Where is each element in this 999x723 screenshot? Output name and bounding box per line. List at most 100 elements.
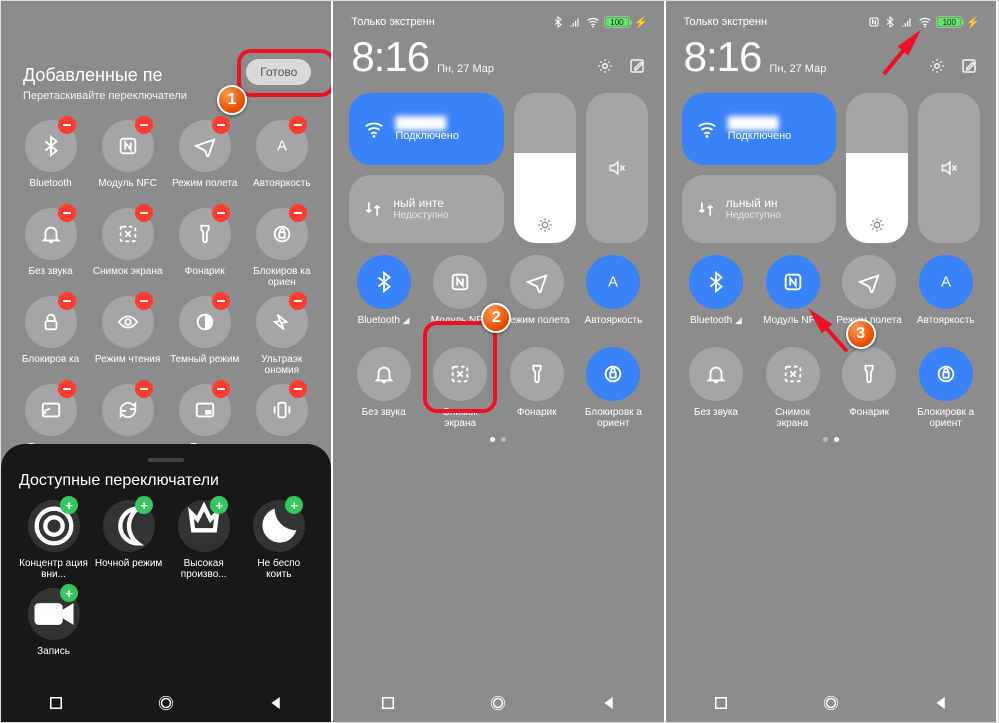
android-navbar bbox=[333, 694, 663, 712]
toggle-bell[interactable]: Без звука bbox=[349, 347, 418, 429]
toggle-label: Снимок экрана bbox=[92, 266, 163, 288]
wifi-card[interactable]: ██████ Подключено bbox=[682, 93, 836, 165]
screenshot-icon bbox=[433, 347, 487, 401]
wifi-card[interactable]: ██████ Подключено bbox=[349, 93, 503, 165]
toggle-label: Автояркость bbox=[579, 315, 648, 337]
battery-indicator: 100 bbox=[936, 16, 962, 28]
remove-badge[interactable] bbox=[58, 292, 76, 310]
edit-icon[interactable] bbox=[628, 57, 646, 75]
available-night[interactable]: +Ночной режим bbox=[94, 500, 163, 580]
toggle-bluetooth[interactable]: Bluetooth ◢ bbox=[682, 255, 751, 337]
mute-icon bbox=[939, 158, 959, 178]
toggle-torch[interactable]: Фонарик bbox=[835, 347, 904, 429]
remove-badge[interactable] bbox=[289, 116, 307, 134]
gear-icon[interactable] bbox=[596, 57, 614, 75]
mute-icon bbox=[607, 158, 627, 178]
toggle-label: Высокая произво... bbox=[169, 558, 238, 580]
brightness-slider[interactable] bbox=[846, 93, 908, 243]
toggle-lock-rot[interactable]: Блокировк а ориент bbox=[911, 347, 980, 429]
nav-back-icon[interactable] bbox=[932, 694, 950, 712]
add-badge[interactable]: + bbox=[60, 496, 78, 514]
gear-icon[interactable] bbox=[928, 57, 946, 75]
toggle-screenshot[interactable]: Снимок экрана bbox=[426, 347, 495, 429]
toggle-bell[interactable]: Без звука bbox=[15, 208, 86, 288]
nfc-icon bbox=[433, 255, 487, 309]
toggle-power[interactable]: Ультраэк ономия bbox=[246, 296, 317, 376]
brightness-slider[interactable] bbox=[514, 93, 576, 243]
toggle-screenshot[interactable]: Снимок экрана bbox=[758, 347, 827, 429]
nav-recent-icon[interactable] bbox=[47, 694, 65, 712]
toggle-nfc[interactable]: Модуль NFC bbox=[92, 120, 163, 200]
toggle-dark[interactable]: Темный режим bbox=[169, 296, 240, 376]
nav-recent-icon[interactable] bbox=[712, 694, 730, 712]
nav-home-icon[interactable] bbox=[489, 694, 507, 712]
toggle-label: Автояркость bbox=[911, 315, 980, 337]
charging-icon: ⚡ bbox=[634, 16, 648, 29]
toggle-label: Без звука bbox=[682, 407, 751, 429]
toggle-label: Фонарик bbox=[169, 266, 240, 288]
toggle-torch[interactable]: Фонарик bbox=[502, 347, 571, 429]
auto-icon bbox=[919, 255, 973, 309]
toggle-lock-rot[interactable]: Блокиров ка ориен bbox=[246, 208, 317, 288]
toggle-label: Блокиров ка ориен bbox=[246, 266, 317, 288]
remove-badge[interactable] bbox=[58, 204, 76, 222]
nav-home-icon[interactable] bbox=[822, 694, 840, 712]
toggle-bell[interactable]: Без звука bbox=[682, 347, 751, 429]
wifi-status-icon bbox=[586, 15, 600, 29]
android-navbar bbox=[666, 694, 996, 712]
toggle-auto[interactable]: Автояркость bbox=[246, 120, 317, 200]
toggle-lock[interactable]: Блокиров ка bbox=[15, 296, 86, 376]
remove-badge[interactable] bbox=[289, 204, 307, 222]
nav-recent-icon[interactable] bbox=[379, 694, 397, 712]
remove-badge[interactable] bbox=[58, 380, 76, 398]
mute-toggle[interactable] bbox=[918, 93, 980, 243]
toggle-auto[interactable]: Автояркость bbox=[579, 255, 648, 337]
remove-badge[interactable] bbox=[135, 116, 153, 134]
toggle-airplane[interactable]: Режим полета bbox=[169, 120, 240, 200]
nav-home-icon[interactable] bbox=[157, 694, 175, 712]
available-focus[interactable]: +Концентр ация вни... bbox=[19, 500, 88, 580]
airplane-icon bbox=[510, 255, 564, 309]
remove-badge[interactable] bbox=[212, 380, 230, 398]
available-dnd[interactable]: +Не беспо коить bbox=[244, 500, 313, 580]
available-record[interactable]: +Запись bbox=[19, 588, 88, 657]
toggle-bluetooth[interactable]: Bluetooth bbox=[15, 120, 86, 200]
mobile-data-card[interactable]: льный ин Недоступно bbox=[682, 175, 836, 243]
remove-badge[interactable] bbox=[289, 292, 307, 310]
toggle-label: Снимок экрана bbox=[758, 407, 827, 429]
toggle-airplane[interactable]: Режим полета bbox=[502, 255, 571, 337]
add-badge[interactable]: + bbox=[60, 584, 78, 602]
remove-badge[interactable] bbox=[212, 204, 230, 222]
status-left: Только экстренн bbox=[351, 16, 434, 28]
done-button[interactable]: Готово bbox=[246, 59, 311, 85]
remove-badge[interactable] bbox=[289, 380, 307, 398]
remove-badge[interactable] bbox=[135, 204, 153, 222]
toggle-label: Без звука bbox=[349, 407, 418, 429]
charging-icon: ⚡ bbox=[966, 16, 980, 29]
status-icons: 100 ⚡ bbox=[868, 15, 980, 29]
remove-badge[interactable] bbox=[58, 116, 76, 134]
drag-handle[interactable] bbox=[148, 458, 184, 462]
toggle-label: Модуль NFC bbox=[92, 178, 163, 200]
remove-badge[interactable] bbox=[212, 116, 230, 134]
toggle-eye[interactable]: Режим чтения bbox=[92, 296, 163, 376]
remove-badge[interactable] bbox=[212, 292, 230, 310]
wifi-icon bbox=[363, 118, 385, 140]
toggle-auto[interactable]: Автояркость bbox=[911, 255, 980, 337]
nav-back-icon[interactable] bbox=[267, 694, 285, 712]
toggle-bluetooth[interactable]: Bluetooth ◢ bbox=[349, 255, 418, 337]
mobile-data-card[interactable]: ный инте Недоступно bbox=[349, 175, 503, 243]
available-perf[interactable]: +Высокая произво... bbox=[169, 500, 238, 580]
battery-indicator: 100 bbox=[604, 16, 630, 28]
toggle-label: Без звука bbox=[15, 266, 86, 288]
added-toggles-grid: Bluetooth Модуль NFC Режим полетаАвтояркос… bbox=[1, 108, 331, 464]
nav-back-icon[interactable] bbox=[600, 694, 618, 712]
edit-icon[interactable] bbox=[960, 57, 978, 75]
mute-toggle[interactable] bbox=[586, 93, 648, 243]
toggle-screenshot[interactable]: Снимок экрана bbox=[92, 208, 163, 288]
bluetooth-icon bbox=[689, 255, 743, 309]
remove-badge[interactable] bbox=[135, 292, 153, 310]
toggle-lock-rot[interactable]: Блокировк а ориент bbox=[579, 347, 648, 429]
remove-badge[interactable] bbox=[135, 380, 153, 398]
toggle-torch[interactable]: Фонарик bbox=[169, 208, 240, 288]
